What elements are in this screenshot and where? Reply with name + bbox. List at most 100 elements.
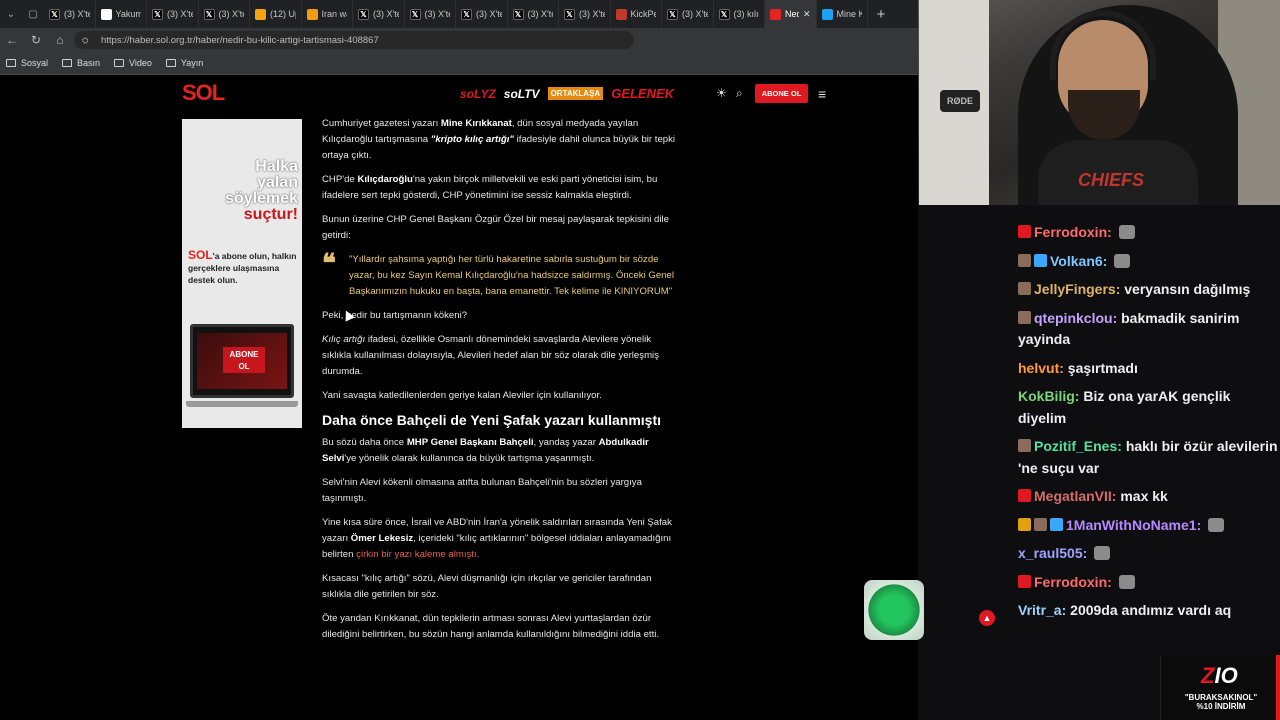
section-heading: Daha önce Bahçeli de Yeni Şafak yazarı k… (322, 412, 662, 428)
browser-tab[interactable]: 𝕏(3) X'te (559, 0, 611, 28)
article-paragraph: Kısacası "kılıç artığı" sözü, Alevi düşm… (322, 573, 652, 600)
reload-icon[interactable]: ↻ (24, 28, 48, 52)
browser-tab[interactable]: 𝕏(3) X'te (199, 0, 250, 28)
text-run: Mine Kırıkkanat (440, 118, 512, 129)
text-run: ifadesi, özellikle Osmanlı dönemindeki s… (322, 334, 659, 377)
browser-tab[interactable]: KickPee (611, 0, 662, 28)
chat-username: 1ManWithNoName1 (1066, 516, 1197, 533)
brand-links: soLYZ soLTV ORTAKLAŞA GELENEK (460, 86, 674, 101)
browser-tab[interactable]: Yakumo (96, 0, 147, 28)
chat-message: Ferrodoxin: (1018, 222, 1280, 244)
new-tab-button[interactable]: + (868, 0, 894, 28)
ad-headline-line: Halka (255, 158, 298, 175)
tab-menu-icon[interactable]: ⌄ (0, 0, 22, 28)
browser-tab[interactable]: 𝕏(3) X'te (405, 0, 456, 28)
ad-headline-line: söylemek (225, 190, 298, 207)
search-icon[interactable]: ⌕ (736, 86, 743, 101)
brand-link-gelenek[interactable]: GELENEK (611, 86, 674, 101)
tab-title: (3) X'te (476, 9, 502, 19)
ad-laptop-image: ABONE OL (190, 324, 294, 398)
brand-link-solyz[interactable]: soLYZ (460, 87, 496, 101)
tab-title: (3) X'te (218, 9, 245, 19)
chat-separator: : (1082, 545, 1092, 561)
theme-toggle-icon[interactable]: ☀ (716, 86, 727, 100)
chat-username: x_raul505 (1018, 545, 1083, 561)
chat-emote-icon (1114, 253, 1131, 268)
blockquote: ❝ "Yıllardır şahsıma yaptığı her türlü ha… (322, 250, 678, 300)
bookmark-folder-yayin[interactable]: Yayın (165, 58, 204, 68)
chat-username: Vritr_a (1018, 602, 1062, 618)
article-link[interactable]: çirkin bir yazı kaleme almıştı. (356, 549, 479, 560)
ad-headline-line: yalan (257, 174, 298, 191)
browser-tab[interactable]: 𝕏(3) X'te (508, 0, 559, 28)
x-icon: 𝕏 (718, 8, 730, 20)
chat-badge-icon (1034, 253, 1047, 267)
x-icon: 𝕏 (358, 8, 369, 20)
home-icon[interactable]: ⌂ (48, 28, 72, 52)
browser-tab[interactable]: Ned ✕ (765, 0, 817, 28)
bookmark-folder-video[interactable]: Video (114, 58, 152, 68)
back-icon[interactable]: ← (0, 28, 24, 52)
web-page: SOL soLYZ soLTV ORTAKLAŞA GELENEK ☀ ⌕ AB… (0, 76, 918, 720)
chat-separator: : (1061, 602, 1071, 618)
site-info-icon[interactable]: ⛭ (82, 36, 91, 45)
bookmark-label: Yayın (180, 58, 204, 68)
browser-window: ⌄ ▢ 𝕏(3) X'teYakumo𝕏(3) X'te𝕏(3) X'te(12… (0, 0, 918, 720)
browser-tab[interactable]: 𝕏(3) X'te (147, 0, 199, 28)
bookmark-label: Basın (77, 58, 101, 68)
bookmark-label: Video (129, 58, 152, 68)
tab-bar: ⌄ ▢ 𝕏(3) X'teYakumo𝕏(3) X'te𝕏(3) X'te(12… (0, 0, 918, 28)
webcam-overlay: CHIEFS RØDE (918, 0, 1280, 205)
news-icon (306, 8, 318, 20)
ad-brand: SOL (188, 248, 213, 262)
browser-tab[interactable]: Iran wa (302, 0, 353, 28)
text-run: Cumhuriyet gazetesi yazarı (322, 118, 441, 129)
url-text: https://haber.sol.org.tr/haber/nedir-bu-… (101, 34, 379, 46)
folder-icon (165, 59, 176, 67)
ad-subscribe-button[interactable]: ABONE OL (223, 347, 265, 373)
text-run: , yandaş yazar (533, 437, 599, 448)
brand-link-soltv[interactable]: soLTV (504, 87, 540, 101)
chat-message: helvut: şaşırtmadı (1018, 358, 1280, 380)
bookmarks-bar: Sosyal Basın Video Yayın (0, 52, 918, 75)
chat-emote-icon (1118, 574, 1135, 589)
bookmark-folder-basin[interactable]: Basın (62, 58, 100, 68)
amazon-icon (100, 8, 112, 20)
chat-badge-icon (1018, 574, 1031, 588)
tab-title: Yakumo (115, 9, 142, 19)
browser-tab[interactable]: 𝕏(3) X'te (662, 0, 714, 28)
browser-tab[interactable]: 𝕏(3) kılıç (714, 0, 765, 28)
browser-tab[interactable]: 𝕏(3) X'te (353, 0, 405, 28)
chat-emote-icon (1094, 546, 1111, 560)
workspaces-icon[interactable]: ▢ (22, 0, 44, 28)
subscribe-button[interactable]: ABONE OL (755, 84, 808, 103)
browser-tab[interactable]: 𝕏(3) X'te (44, 0, 96, 28)
laptop-screen: ABONE OL (197, 333, 287, 389)
chat-username: qtepinkclou (1034, 309, 1113, 326)
subscription-ad[interactable]: Halka yalan söylemek suçtur! SOL'a abone… (182, 119, 302, 428)
chat-separator: : (1117, 438, 1126, 454)
tab-title: (3) X'te (527, 9, 554, 19)
x-icon: 𝕏 (409, 8, 421, 20)
kick-icon (615, 8, 627, 20)
bookmark-folder-sosyal[interactable]: Sosyal (6, 58, 48, 68)
url-bar[interactable]: ⛭ https://haber.sol.org.tr/haber/nedir-b… (74, 31, 634, 49)
sponsor-banner: ZIO "BURAKSAKINOL" %10 İNDİRİM (1160, 655, 1280, 720)
chat-username: Pozitif_Enes (1034, 438, 1118, 454)
x-icon: 𝕏 (152, 8, 163, 20)
chat-text: 2009da andımız vardı aq (1070, 602, 1232, 618)
tab-title: Mine Kı (836, 9, 863, 19)
site-logo[interactable]: SOL (182, 80, 225, 106)
brand-link-ortaklasa[interactable]: ORTAKLAŞA (547, 87, 604, 100)
scroll-to-top-button[interactable]: ▲ (979, 610, 995, 626)
hamburger-menu-icon[interactable]: ≡ (818, 86, 826, 102)
browser-tab[interactable]: 𝕏(3) X'te (456, 0, 508, 28)
article-paragraph: Öte yandan Kırıkkanat, dün tepkilerin ar… (322, 613, 660, 640)
browser-tab[interactable]: Mine Kı (817, 0, 868, 28)
browser-tab[interactable]: (12) Up (250, 0, 302, 28)
article-body: Cumhuriyet gazetesi yazarı Mine Kırıkkan… (322, 116, 678, 651)
tab-list: 𝕏(3) X'teYakumo𝕏(3) X'te𝕏(3) X'te(12) Up… (44, 0, 868, 28)
folder-icon (114, 59, 125, 67)
chat-separator: : (1196, 516, 1206, 533)
close-tab-icon[interactable]: ✕ (803, 9, 811, 20)
